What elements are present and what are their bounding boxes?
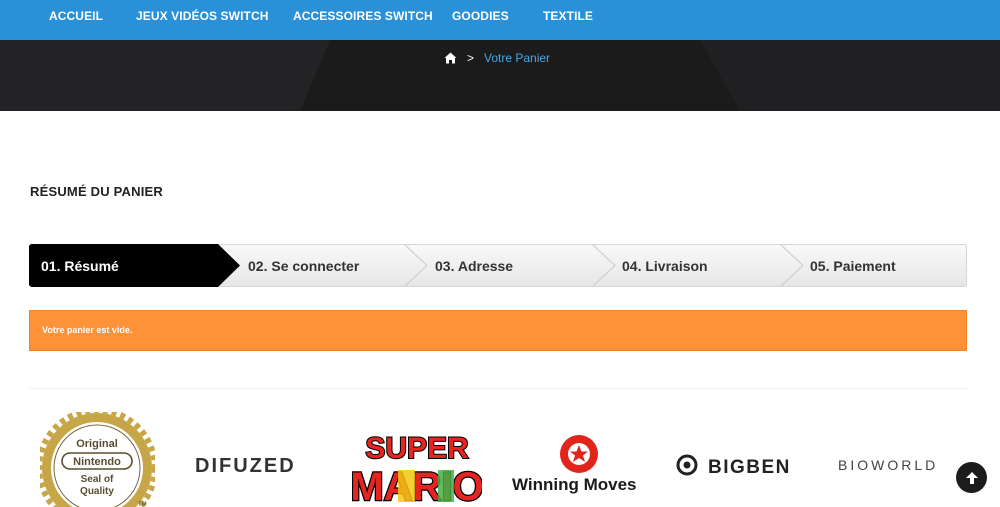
super-text: SUPER [365,432,469,465]
nav-item-textile[interactable]: TEXTILE [543,9,593,23]
step-se-connecter[interactable]: 02. Se connecter [248,258,359,274]
seal-tm-text: TM [138,502,147,507]
home-icon[interactable] [444,52,457,64]
bigben-text: BIGBEN [708,457,791,478]
bigben-logo[interactable]: BIGBEN [675,452,805,480]
step-paiement[interactable]: 05. Paiement [810,258,896,274]
nintendo-seal-logo[interactable]: Original Nintendo Seal of Quality TM [40,412,155,507]
empty-cart-alert: Votre panier est vide. [29,310,967,351]
step-livraison[interactable]: 04. Livraison [622,258,708,274]
nav-item-jeux-videos-switch[interactable]: JEUX VIDÉOS SWITCH [136,9,269,23]
arrow-up-icon [965,471,978,484]
mario-text: MARIO [352,465,482,507]
nav-item-accueil[interactable]: ACCUEIL [49,9,103,23]
winning-moves-text: Winning Moves [512,475,637,494]
nav-item-accessoires-switch[interactable]: ACCESSOIRES SWITCH [293,9,433,23]
difuzed-logo[interactable]: DIFUZED [193,452,325,478]
step-resume[interactable]: 01. Résumé [41,258,119,274]
page-banner: > Votre Panier [0,40,1000,111]
checkout-steps: 01. Résumé 02. Se connecter 03. Adresse … [29,244,967,287]
bioworld-text: BIOWORLD [838,457,938,473]
step-adresse[interactable]: 03. Adresse [435,258,513,274]
difuzed-text: DIFUZED [195,455,296,477]
seal-quality-text: Quality [80,486,114,497]
main-nav: ACCUEIL JEUX VIDÉOS SWITCH ACCESSOIRES S… [0,0,1000,40]
alert-message: Votre panier est vide. [42,325,133,335]
super-mario-logo[interactable]: SUPER MARIO [352,428,482,507]
winning-moves-logo[interactable]: Winning Moves [510,434,648,494]
scroll-to-top-button[interactable] [956,462,987,493]
breadcrumb-separator: > [467,51,475,65]
page-title: RÉSUMÉ DU PANIER [30,184,163,199]
breadcrumb-current: Votre Panier [484,51,551,65]
divider [29,388,967,389]
seal-of-text: Seal of [81,474,114,485]
seal-original-text: Original [76,438,118,450]
seal-nintendo-text: Nintendo [73,456,121,468]
breadcrumb: > Votre Panier [444,50,550,66]
nav-item-goodies[interactable]: GOODIES [452,9,509,23]
bioworld-logo[interactable]: BIOWORLD [836,454,960,476]
